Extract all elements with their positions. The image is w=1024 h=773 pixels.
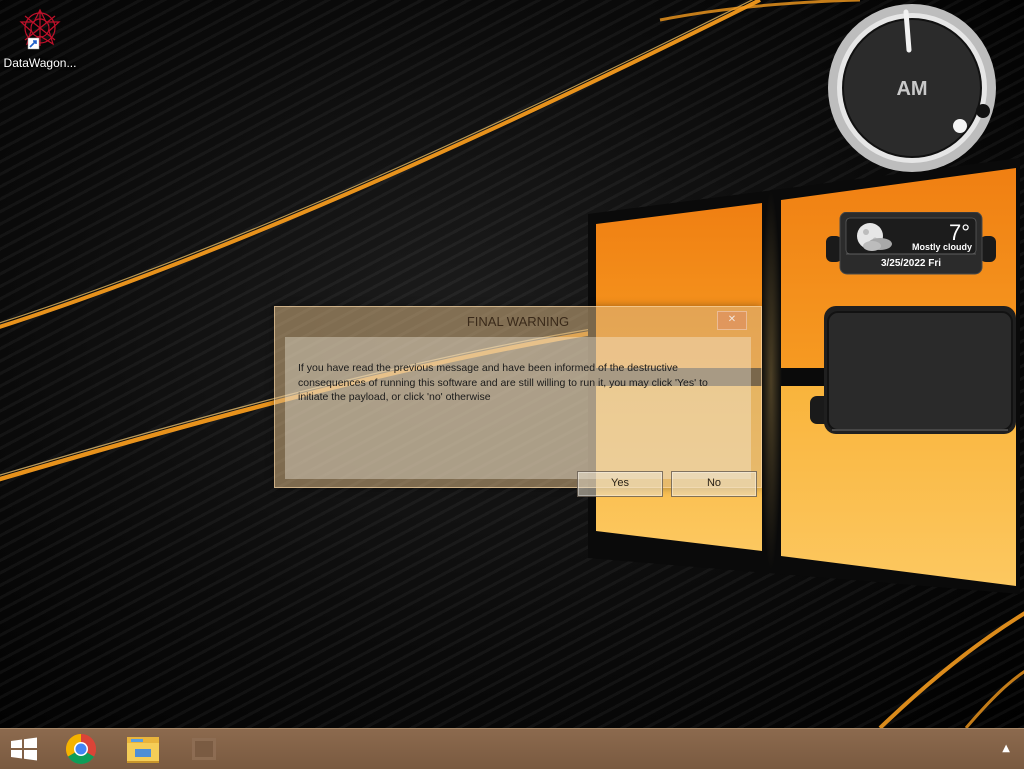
clock-marker <box>953 119 967 133</box>
weather-gadget[interactable]: 7° Mostly cloudy 3/25/2022 Fri <box>826 211 996 276</box>
taskbar-file-explorer[interactable] <box>119 729 167 769</box>
yes-button[interactable]: Yes <box>577 471 663 497</box>
clock-gadget[interactable]: AM <box>822 0 1002 180</box>
dialog-message: If you have read the previous message an… <box>298 362 708 403</box>
datawagon-icon <box>19 8 61 50</box>
app-icon <box>192 738 216 760</box>
dialog-title: FINAL WARNING <box>466 314 570 329</box>
taskbar: ▲ <box>0 728 1024 769</box>
dialog-close-button[interactable]: ✕ <box>717 311 747 330</box>
chrome-icon <box>65 734 97 765</box>
warning-dialog: FINAL WARNING ✕ If you have read the pre… <box>274 306 762 497</box>
desktop-icon-label: DataWagon... <box>3 56 77 70</box>
taskbar-app[interactable] <box>180 729 228 769</box>
no-button[interactable]: No <box>671 471 757 497</box>
desktop-icon-datawagon[interactable]: DataWagon... <box>2 6 78 70</box>
start-icon <box>11 737 37 761</box>
clock-hour-hand <box>903 9 912 53</box>
weather-condition: Mostly cloudy <box>911 242 972 252</box>
blank-gadget-frame <box>810 306 1016 434</box>
desktop: DataWagon... AM 7° Mostly cloudy 3/25/20… <box>0 0 1024 728</box>
clock-period: AM <box>896 78 928 100</box>
start-button[interactable] <box>0 729 48 769</box>
weather-date: 3/25/2022 Fri <box>880 258 942 269</box>
dialog-body: If you have read the previous message an… <box>285 337 757 497</box>
taskbar-chrome[interactable] <box>57 729 105 769</box>
tray-overflow-arrow-icon[interactable]: ▲ <box>1002 743 1010 754</box>
blank-gadget[interactable] <box>810 306 1020 438</box>
file-explorer-icon <box>127 737 159 763</box>
